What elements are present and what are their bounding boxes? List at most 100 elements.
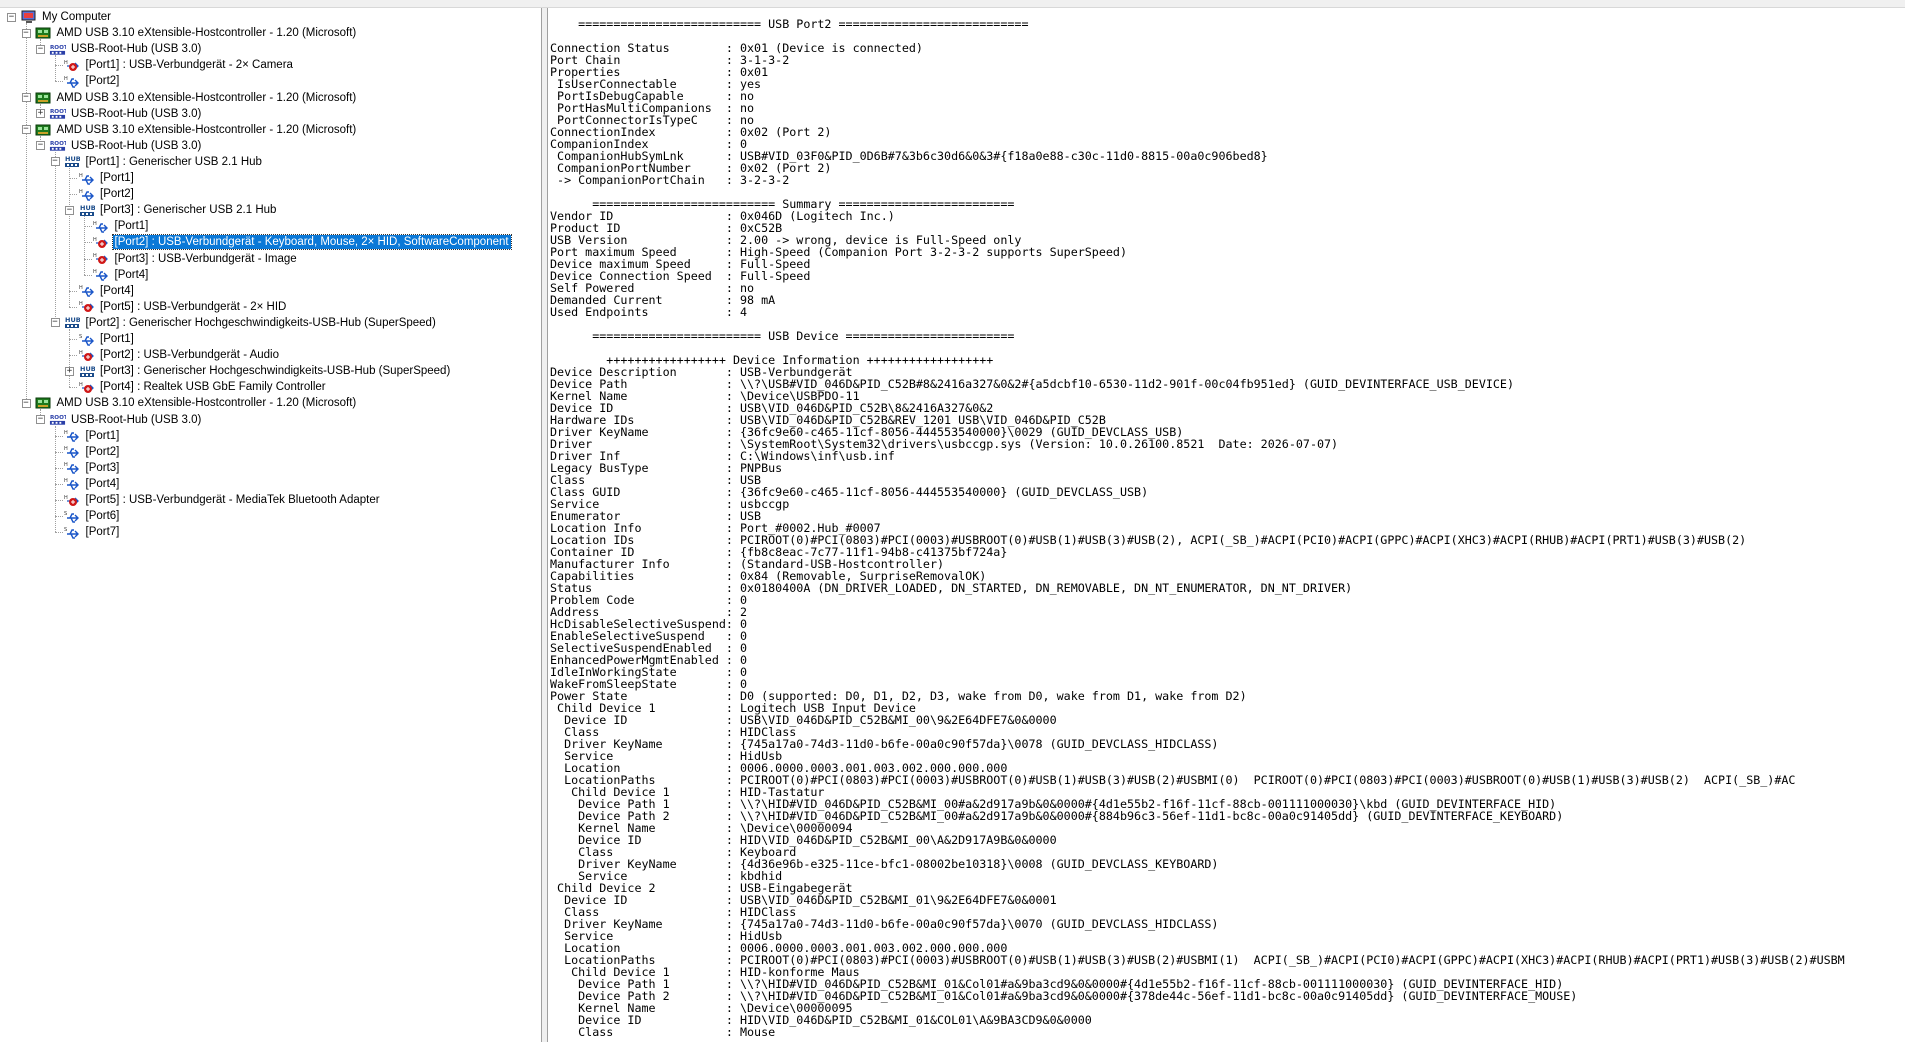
- tree-node-controller[interactable]: AMD USB 3.10 eXtensible-Hostcontroller -…: [35, 395, 359, 411]
- tree-node-controller[interactable]: AMD USB 3.10 eXtensible-Hostcontroller -…: [35, 122, 359, 138]
- usb-device-icon: H: [93, 252, 110, 266]
- usb-device-icon: H: [93, 235, 110, 249]
- tree-collapse-button[interactable]: −: [65, 205, 74, 215]
- tree-connector-line: [83, 226, 92, 228]
- tree-connector-line: [54, 483, 63, 485]
- tree-node-device[interactable]: H [Port1] : USB-Verbundgerät - 2× Camera: [64, 57, 295, 73]
- tree-connector-line: [69, 178, 77, 179]
- host-controller-icon: [35, 91, 52, 105]
- tree-collapse-button[interactable]: −: [21, 28, 31, 38]
- svg-text:H: H: [79, 382, 83, 388]
- svg-text:HUB: HUB: [65, 155, 80, 163]
- tree-node-hub[interactable]: HUB [Port2] : Generischer Hochgeschwindig…: [64, 315, 438, 331]
- tree-node-port[interactable]: H [Port2]: [78, 186, 136, 202]
- tree-node-device[interactable]: H [Port2] : USB-Verbundgerät - Keyboard, …: [93, 234, 512, 251]
- tree-node-device[interactable]: H [Port5] : USB-Verbundgerät - MediaTek B…: [64, 492, 382, 508]
- tree-node-label: [Port2] : Generischer Hochgeschwindigkei…: [85, 316, 436, 329]
- tree-node-root[interactable]: ROOT USB-Root-Hub (USB 3.0): [49, 138, 203, 154]
- tree-connector-line: [54, 435, 63, 437]
- usb-port-ss-icon: S: [78, 332, 95, 346]
- tree-collapse-button[interactable]: −: [36, 44, 45, 54]
- tree-node-label: [Port1] : USB-Verbundgerät - 2× Camera: [85, 59, 293, 72]
- svg-text:H: H: [79, 173, 83, 179]
- tree-node-label: [Port5] : USB-Verbundgerät - 2× HID: [100, 300, 287, 313]
- tree-node-label: AMD USB 3.10 eXtensible-Hostcontroller -…: [56, 397, 357, 410]
- tree-connector-line: [54, 65, 63, 67]
- tree-node-device[interactable]: H [Port4] : Realtek USB GbE Family Contro…: [78, 379, 328, 395]
- tree-node-label: [Port1]: [85, 429, 120, 442]
- tree-node-port[interactable]: H [Port4]: [78, 283, 136, 299]
- tree-node-root[interactable]: ROOT USB-Root-Hub (USB 3.0): [49, 106, 203, 122]
- tree-connector-line: [83, 242, 92, 244]
- tree-node-device[interactable]: H [Port5] : USB-Verbundgerät - 2× HID: [78, 299, 288, 315]
- tree-node-label: [Port5] : USB-Verbundgerät - MediaTek Bl…: [85, 494, 380, 506]
- tree-expand-button[interactable]: +: [65, 366, 74, 376]
- device-details-pane[interactable]: ========================== USB Port2 ===…: [548, 8, 1905, 1042]
- tree-node-hub[interactable]: HUB [Port1] : Generischer USB 2.1 Hub: [64, 154, 264, 170]
- tree-node-device[interactable]: H [Port2] : USB-Verbundgerät - Audio: [78, 347, 281, 363]
- tree-connector-line: [83, 274, 92, 276]
- tree-node-label: [Port2] : USB-Verbundgerät - Keyboard, M…: [111, 234, 512, 251]
- tree-node-computer[interactable]: My Computer: [20, 9, 113, 25]
- tree-node-port[interactable]: H [Port1]: [93, 218, 151, 234]
- tree-node-label: [Port3] : USB-Verbundgerät - Image: [114, 252, 297, 265]
- tree-collapse-button[interactable]: −: [21, 93, 31, 102]
- usb-port-icon: H: [78, 171, 95, 185]
- tree-node-port[interactable]: H [Port2]: [64, 73, 122, 89]
- tree-node-port[interactable]: S [Port7]: [64, 524, 122, 540]
- svg-text:H: H: [64, 60, 68, 66]
- tree-node-root[interactable]: ROOT USB-Root-Hub (USB 3.0): [49, 412, 203, 428]
- tree-node-controller[interactable]: AMD USB 3.10 eXtensible-Hostcontroller -…: [35, 25, 359, 41]
- tree-collapse-button[interactable]: −: [50, 318, 60, 328]
- svg-text:H: H: [93, 221, 97, 227]
- tree-connector-line: [54, 451, 63, 453]
- tree-node-port[interactable]: H [Port1]: [64, 428, 122, 444]
- tree-node-port[interactable]: H [Port4]: [93, 267, 151, 283]
- tree-connector-line: [69, 355, 77, 357]
- tree-node-label: [Port7]: [85, 526, 120, 539]
- tree-node-hub[interactable]: HUB [Port3] : Generischer USB 2.1 Hub: [78, 202, 278, 218]
- tree-node-hub[interactable]: HUB [Port3] : Generischer Hochgeschwindig…: [78, 363, 452, 379]
- svg-text:H: H: [64, 430, 68, 436]
- tree-node-port[interactable]: H [Port3]: [64, 460, 122, 476]
- device-tree-pane[interactable]: My Computer − AMD USB 3.10 eXtensible-Host…: [0, 8, 542, 1042]
- tree-node-device[interactable]: H [Port3] : USB-Verbundgerät - Image: [93, 251, 299, 267]
- svg-text:S: S: [64, 511, 67, 517]
- tree-node-label: [Port2]: [85, 445, 120, 458]
- tree-collapse-button[interactable]: −: [21, 125, 31, 135]
- svg-text:H: H: [93, 253, 97, 259]
- tree-node-port[interactable]: S [Port6]: [64, 508, 122, 524]
- tree-node-port[interactable]: S [Port1]: [78, 331, 136, 347]
- usb-port-icon: H: [64, 477, 81, 491]
- host-controller-icon: [35, 396, 52, 410]
- tree-collapse-button[interactable]: −: [21, 398, 31, 408]
- tree-node-root[interactable]: ROOT USB-Root-Hub (USB 3.0): [49, 41, 203, 57]
- svg-text:HUB: HUB: [80, 365, 95, 373]
- tree-node-label: AMD USB 3.10 eXtensible-Hostcontroller -…: [56, 27, 357, 40]
- svg-text:H: H: [93, 269, 97, 275]
- tree-collapse-button[interactable]: −: [36, 141, 45, 151]
- tree-connector-line: [54, 55, 56, 82]
- usb-port-icon: H: [93, 268, 110, 282]
- tree-expand-button[interactable]: +: [36, 109, 45, 119]
- tree-node-port[interactable]: H [Port1]: [78, 170, 136, 186]
- tree-connector-line: [54, 516, 63, 518]
- detail-line: Used Endpoints : 4: [550, 305, 748, 319]
- detail-line: -> CompanionPortChain : 3-2-3-2: [550, 173, 790, 187]
- tree-collapse-button[interactable]: −: [50, 157, 60, 167]
- tree-node-port[interactable]: H [Port2]: [64, 444, 122, 460]
- tree-collapse-button[interactable]: −: [36, 415, 45, 424]
- usb-device-icon: H: [64, 58, 81, 72]
- svg-text:H: H: [79, 189, 83, 195]
- tree-connector-line: [69, 194, 77, 196]
- usb-port-icon: H: [93, 219, 110, 233]
- tree-node-controller[interactable]: AMD USB 3.10 eXtensible-Hostcontroller -…: [35, 90, 359, 106]
- tree-node-port[interactable]: H [Port4]: [64, 476, 122, 492]
- tree-node-label: AMD USB 3.10 eXtensible-Hostcontroller -…: [56, 123, 357, 136]
- window-top-edge: [0, 0, 1905, 8]
- tree-connector-line: [83, 216, 85, 275]
- tree-connector-line: [25, 23, 27, 404]
- tree-node-label: [Port1]: [100, 172, 134, 184]
- tree-collapse-button[interactable]: −: [7, 12, 16, 22]
- root-hub-icon: ROOT: [49, 139, 66, 153]
